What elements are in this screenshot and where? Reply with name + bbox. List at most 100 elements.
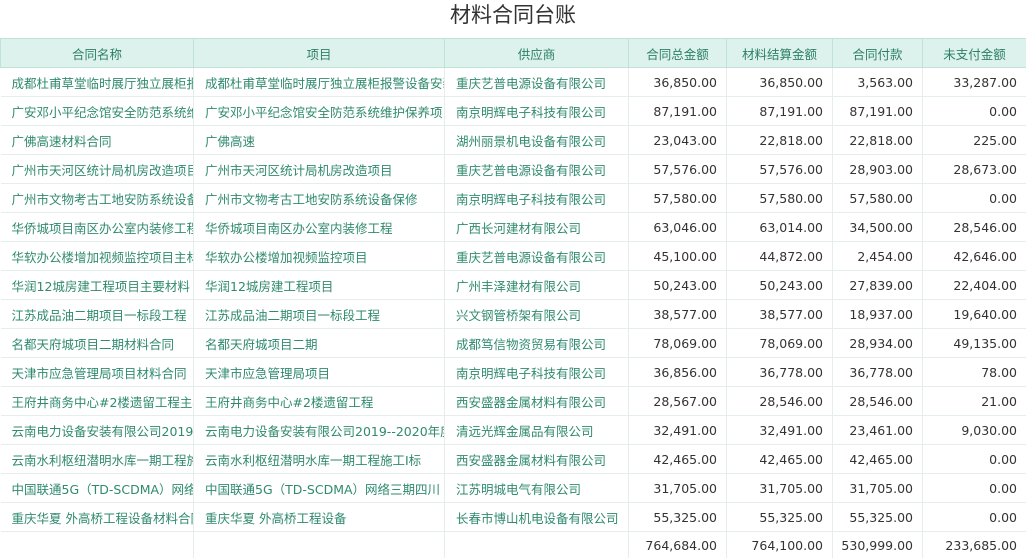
- supplier-cell[interactable]: 重庆艺普电源设备有限公司: [444, 241, 629, 271]
- contract-payment-cell: 28,546.00: [832, 386, 923, 416]
- table-row[interactable]: 重庆华夏 外高桥工程设备材料合同 重庆华夏 外高桥工程设备 长春市博山机电设备有限公…: [0, 502, 1026, 532]
- unpaid-amount-cell: 42,646.00: [922, 241, 1026, 271]
- contract-name-cell[interactable]: 王府井商务中心#2楼遗留工程主材: [0, 386, 194, 416]
- table-row[interactable]: 中国联通5G（TD-SCDMA）网络三期中国联通5G（TD-SCDMA）网络三期…: [0, 473, 1026, 503]
- contract-name-cell[interactable]: 广州市文物考古工地安防系统设备保修: [0, 183, 194, 213]
- contract-name-cell[interactable]: 华润12城房建工程项目主要材料: [0, 270, 194, 300]
- supplier-cell[interactable]: 南京明辉电子科技有限公司: [444, 357, 629, 387]
- settlement-amount-cell: 44,872.00: [726, 241, 833, 271]
- column-header-contract-total[interactable]: 合同总金额: [628, 38, 727, 68]
- contract-name-cell[interactable]: 云南电力设备安装有限公司2019: [0, 415, 194, 445]
- contract-payment-cell: 55,325.00: [832, 502, 923, 532]
- table-row[interactable]: 云南水利枢纽潜明水库一期工程施工 云南水利枢纽潜明水库一期工程施工I标 西安盛器金属…: [0, 444, 1026, 474]
- table-row[interactable]: 华侨城项目南区办公室内装修工程 华侨城项目南区办公室内装修工程 广西长河建材有限公司…: [0, 212, 1026, 242]
- contract-total-cell: 23,043.00: [628, 125, 727, 155]
- contract-total-cell: 42,465.00: [628, 444, 727, 474]
- supplier-cell[interactable]: 兴文钢管桥架有限公司: [444, 299, 629, 329]
- supplier-cell[interactable]: 成都笃信物资贸易有限公司: [444, 328, 629, 358]
- project-cell[interactable]: 华润12城房建工程项目: [193, 270, 445, 300]
- project-cell[interactable]: 中国联通5G（TD-SCDMA）网络三期四川: [193, 473, 445, 503]
- project-cell[interactable]: 重庆华夏 外高桥工程设备: [193, 502, 445, 532]
- total-settlement-amount: 764,100.00: [726, 531, 833, 558]
- contract-name-cell[interactable]: 名都天府城项目二期材料合同: [0, 328, 194, 358]
- contract-payment-cell: 23,461.00: [832, 415, 923, 445]
- contract-total-cell: 63,046.00: [628, 212, 727, 242]
- project-cell[interactable]: 名都天府城项目二期: [193, 328, 445, 358]
- contract-payment-cell: 3,563.00: [832, 67, 923, 97]
- contract-name-cell[interactable]: 中国联通5G（TD-SCDMA）网络三期: [0, 473, 194, 503]
- settlement-amount-cell: 36,778.00: [726, 357, 833, 387]
- totals-blank-cell: [193, 531, 445, 558]
- supplier-cell[interactable]: 重庆艺普电源设备有限公司: [444, 154, 629, 184]
- project-cell[interactable]: 广佛高速: [193, 125, 445, 155]
- contract-name-cell[interactable]: 天津市应急管理局项目材料合同: [0, 357, 194, 387]
- contract-name-cell[interactable]: 广州市天河区统计局机房改造项目: [0, 154, 194, 184]
- contract-total-cell: 36,856.00: [628, 357, 727, 387]
- contract-payment-cell: 28,934.00: [832, 328, 923, 358]
- table-row[interactable]: 广安邓小平纪念馆安全防范系统维护 广安邓小平纪念馆安全防范系统维护保养项目 南京明辉…: [0, 96, 1026, 126]
- unpaid-amount-cell: 0.00: [922, 502, 1026, 532]
- contract-total-cell: 36,850.00: [628, 67, 727, 97]
- settlement-amount-cell: 36,850.00: [726, 67, 833, 97]
- supplier-cell[interactable]: 西安盛器金属材料有限公司: [444, 386, 629, 416]
- contract-name-cell[interactable]: 广佛高速材料合同: [0, 125, 194, 155]
- unpaid-amount-cell: 33,287.00: [922, 67, 1026, 97]
- table-row[interactable]: 广佛高速材料合同 广佛高速 湖州丽景机电设备有限公司 23,043.00 22,818.…: [0, 125, 1026, 155]
- supplier-cell[interactable]: 广西长河建材有限公司: [444, 212, 629, 242]
- table-row[interactable]: 广州市天河区统计局机房改造项目 广州市天河区统计局机房改造项目 重庆艺普电源设备有限…: [0, 154, 1026, 184]
- project-cell[interactable]: 王府井商务中心#2楼遗留工程: [193, 386, 445, 416]
- column-header-contract-name[interactable]: 合同名称: [0, 38, 194, 68]
- settlement-amount-cell: 22,818.00: [726, 125, 833, 155]
- project-cell[interactable]: 华侨城项目南区办公室内装修工程: [193, 212, 445, 242]
- contract-name-cell[interactable]: 华软办公楼增加视频监控项目主材: [0, 241, 194, 271]
- contract-name-cell[interactable]: 广安邓小平纪念馆安全防范系统维护: [0, 96, 194, 126]
- column-header-contract-payment[interactable]: 合同付款: [832, 38, 923, 68]
- supplier-cell[interactable]: 南京明辉电子科技有限公司: [444, 96, 629, 126]
- supplier-cell[interactable]: 广州丰泽建材有限公司: [444, 270, 629, 300]
- table-row[interactable]: 华软办公楼增加视频监控项目主材 华软办公楼增加视频监控项目 重庆艺普电源设备有限公司…: [0, 241, 1026, 271]
- project-cell[interactable]: 云南电力设备安装有限公司2019--2020年度: [193, 415, 445, 445]
- supplier-cell[interactable]: 西安盛器金属材料有限公司: [444, 444, 629, 474]
- unpaid-amount-cell: 22,404.00: [922, 270, 1026, 300]
- contract-total-cell: 45,100.00: [628, 241, 727, 271]
- project-cell[interactable]: 江苏成品油二期项目一标段工程: [193, 299, 445, 329]
- table-header-row: 合同名称 项目 供应商 合同总金额 材料结算金额 合同付款 未支付金额: [0, 38, 1026, 68]
- project-cell[interactable]: 成都杜甫草堂临时展厅独立展柜报警设备安装: [193, 67, 445, 97]
- table-row[interactable]: 名都天府城项目二期材料合同 名都天府城项目二期 成都笃信物资贸易有限公司 78,069…: [0, 328, 1026, 358]
- column-header-settlement-amount[interactable]: 材料结算金额: [726, 38, 833, 68]
- supplier-cell[interactable]: 湖州丽景机电设备有限公司: [444, 125, 629, 155]
- project-cell[interactable]: 广州市天河区统计局机房改造项目: [193, 154, 445, 184]
- supplier-cell[interactable]: 清远光辉金属品有限公司: [444, 415, 629, 445]
- contract-payment-cell: 36,778.00: [832, 357, 923, 387]
- contract-name-cell[interactable]: 重庆华夏 外高桥工程设备材料合同: [0, 502, 194, 532]
- contract-name-cell[interactable]: 成都杜甫草堂临时展厅独立展柜报警设备: [0, 67, 194, 97]
- supplier-cell[interactable]: 江苏明城电气有限公司: [444, 473, 629, 503]
- contract-name-cell[interactable]: 江苏成品油二期项目一标段工程: [0, 299, 194, 329]
- contract-name-cell[interactable]: 云南水利枢纽潜明水库一期工程施工: [0, 444, 194, 474]
- contract-payment-cell: 87,191.00: [832, 96, 923, 126]
- table-row[interactable]: 华润12城房建工程项目主要材料 华润12城房建工程项目 广州丰泽建材有限公司 50,2…: [0, 270, 1026, 300]
- supplier-cell[interactable]: 南京明辉电子科技有限公司: [444, 183, 629, 213]
- project-cell[interactable]: 华软办公楼增加视频监控项目: [193, 241, 445, 271]
- project-cell[interactable]: 广安邓小平纪念馆安全防范系统维护保养项目: [193, 96, 445, 126]
- unpaid-amount-cell: 28,673.00: [922, 154, 1026, 184]
- project-cell[interactable]: 云南水利枢纽潜明水库一期工程施工I标: [193, 444, 445, 474]
- table-row[interactable]: 成都杜甫草堂临时展厅独立展柜报警设备成都杜甫草堂临时展厅独立展柜报警设备安装重庆…: [0, 67, 1026, 97]
- table-row[interactable]: 王府井商务中心#2楼遗留工程主材 王府井商务中心#2楼遗留工程 西安盛器金属材料有限…: [0, 386, 1026, 416]
- project-cell[interactable]: 广州市文物考古工地安防系统设备保修: [193, 183, 445, 213]
- contract-total-cell: 32,491.00: [628, 415, 727, 445]
- contract-total-cell: 55,325.00: [628, 502, 727, 532]
- table-row[interactable]: 广州市文物考古工地安防系统设备保修广州市文物考古工地安防系统设备保修南京明辉电子…: [0, 183, 1026, 213]
- contract-total-cell: 31,705.00: [628, 473, 727, 503]
- supplier-cell[interactable]: 重庆艺普电源设备有限公司: [444, 67, 629, 97]
- column-header-supplier[interactable]: 供应商: [444, 38, 629, 68]
- table-row[interactable]: 江苏成品油二期项目一标段工程 江苏成品油二期项目一标段工程 兴文钢管桥架有限公司 38…: [0, 299, 1026, 329]
- table-row[interactable]: 天津市应急管理局项目材料合同 天津市应急管理局项目 南京明辉电子科技有限公司 36,8…: [0, 357, 1026, 387]
- total-unpaid-amount: 233,685.00: [922, 531, 1026, 558]
- table-row[interactable]: 云南电力设备安装有限公司2019 云南电力设备安装有限公司2019--2020年度…: [0, 415, 1026, 445]
- project-cell[interactable]: 天津市应急管理局项目: [193, 357, 445, 387]
- column-header-unpaid-amount[interactable]: 未支付金额: [922, 38, 1026, 68]
- column-header-project[interactable]: 项目: [193, 38, 445, 68]
- supplier-cell[interactable]: 长春市博山机电设备有限公司: [444, 502, 629, 532]
- contract-name-cell[interactable]: 华侨城项目南区办公室内装修工程: [0, 212, 194, 242]
